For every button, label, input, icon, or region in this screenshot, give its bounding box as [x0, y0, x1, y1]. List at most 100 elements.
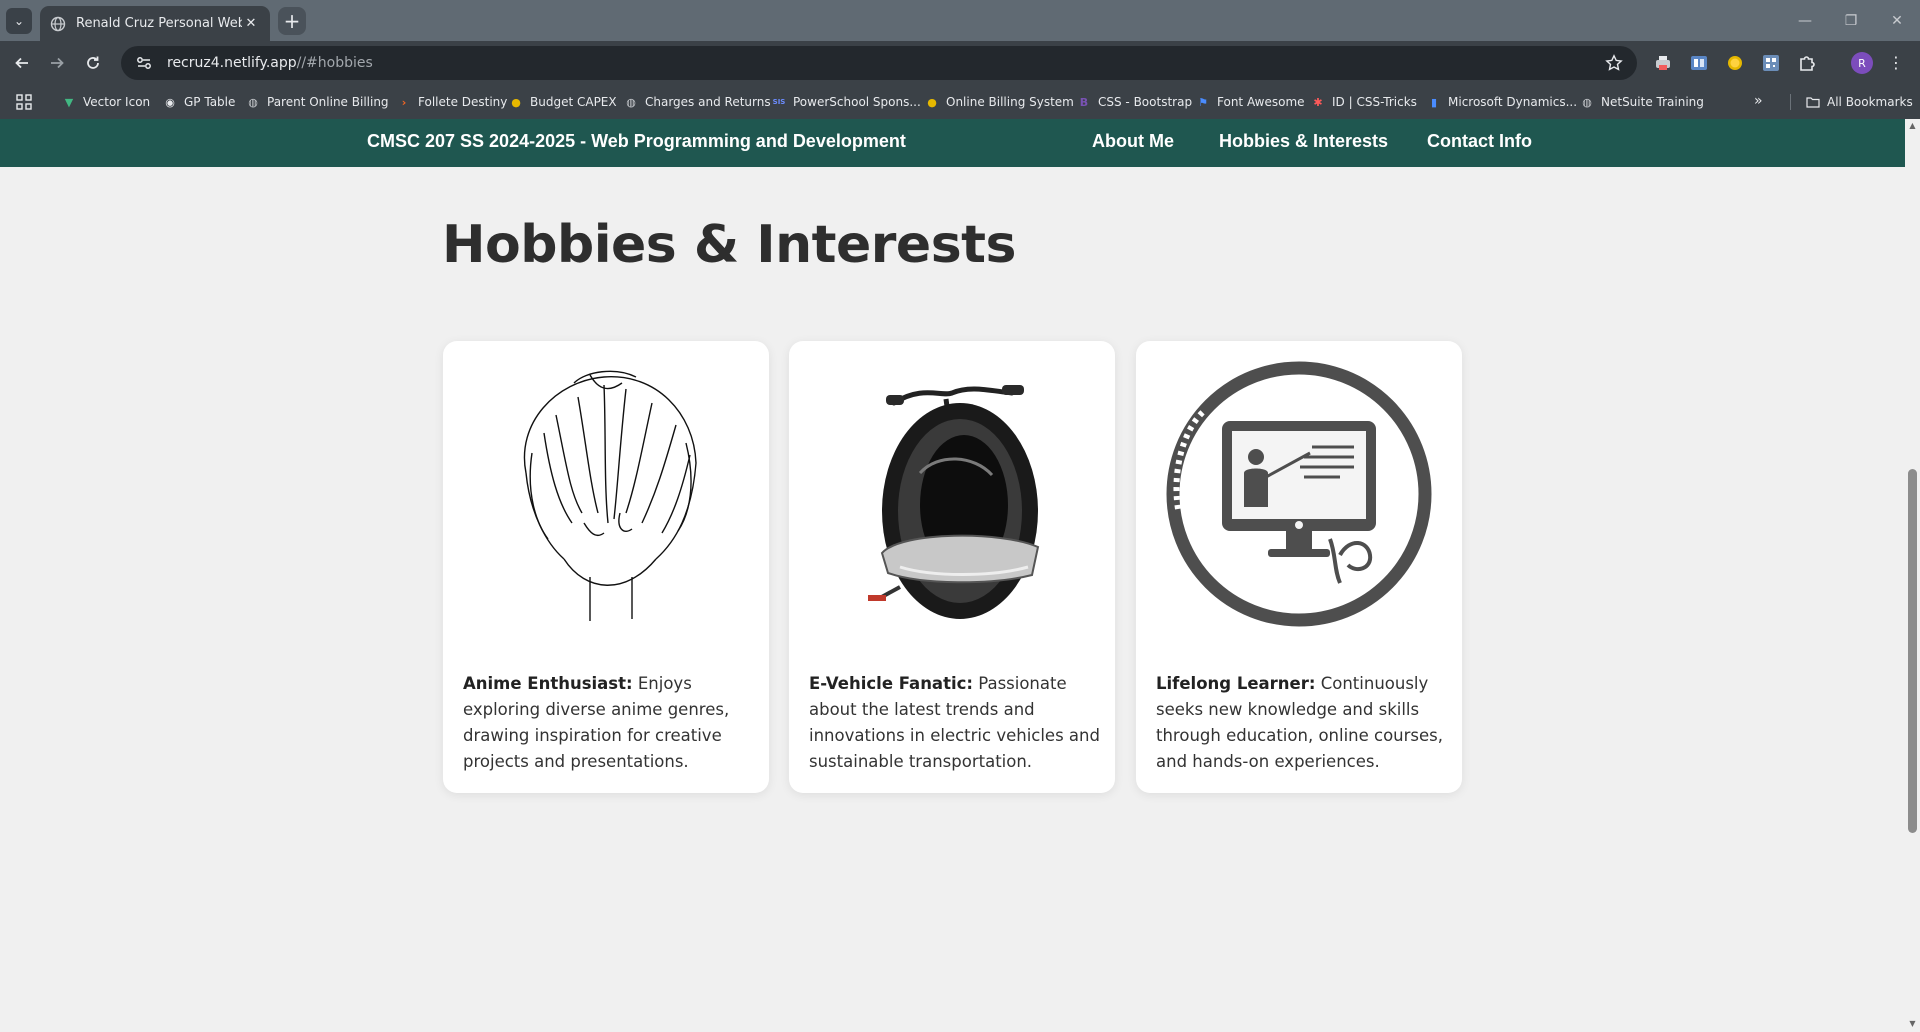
scrollbar-thumb[interactable] — [1908, 469, 1917, 833]
bookmark-item[interactable]: ⚑ Font Awesome — [1196, 93, 1305, 111]
bookmark-item[interactable]: ▼ Vector Icon — [62, 93, 150, 111]
minimize-button[interactable]: — — [1782, 0, 1828, 41]
site-info-icon[interactable] — [135, 54, 153, 72]
new-tab-button[interactable]: + — [278, 7, 306, 35]
bookmark-label: ID | CSS-Tricks — [1332, 95, 1417, 109]
hobby-learner-heading: Lifelong Learner: — [1156, 674, 1316, 693]
bookmark-item[interactable]: ◍ Charges and Returns — [624, 93, 771, 111]
page-scrollbar[interactable]: ▲ ▼ — [1905, 119, 1920, 1032]
bookmark-item[interactable]: ● Online Billing System — [925, 93, 1074, 111]
bookmark-label: GP Table — [184, 95, 236, 109]
browser-menu-icon[interactable]: ⋮ — [1888, 51, 1904, 75]
reader-extension-icon[interactable] — [1689, 53, 1709, 73]
apps-grid-icon[interactable] — [16, 94, 32, 110]
browser-toolbar: recruz4.netlify.app//#hobbies R ⋮ — [0, 41, 1920, 85]
follett-icon: › — [401, 95, 407, 109]
scroll-up-arrow-icon[interactable]: ▲ — [1908, 121, 1917, 130]
url-text: recruz4.netlify.app//#hobbies — [167, 55, 373, 71]
reload-icon — [87, 56, 99, 69]
site-navbar: CMSC 207 SS 2024-2025 - Web Programming … — [0, 119, 1905, 167]
anime-hair-sketch — [443, 359, 769, 629]
coin-icon: ● — [927, 95, 937, 109]
bookmark-label: Online Billing System — [946, 95, 1074, 109]
gp-table-icon: ◉ — [165, 95, 175, 109]
all-bookmarks-button[interactable]: All Bookmarks — [1806, 93, 1913, 111]
hobby-evehicle-description: E-Vehicle Fanatic: Passionate about the … — [809, 671, 1103, 775]
folder-icon — [1806, 97, 1820, 108]
electric-unicycle — [789, 359, 1115, 629]
tab-strip: ⌄ Renald Cruz Personal Web Profile ✕ + —… — [0, 0, 1920, 41]
asterisk-icon: ✱ — [1313, 95, 1323, 109]
bookmarks-divider — [1790, 94, 1791, 110]
bookmark-item[interactable]: › Follete Destiny — [397, 93, 508, 111]
bookmark-star-icon[interactable] — [1605, 54, 1623, 72]
flag-icon: ⚑ — [1198, 95, 1208, 109]
bookmark-item[interactable]: ◍ Parent Online Billing — [246, 93, 389, 111]
extensions-puzzle-icon[interactable] — [1797, 53, 1817, 73]
profile-avatar[interactable]: R — [1851, 52, 1873, 74]
hobby-anime-description: Anime Enthusiast: Enjoys exploring diver… — [463, 671, 757, 775]
hobby-card-learner: Lifelong Learner: Continuously seeks new… — [1136, 341, 1462, 793]
forward-button[interactable] — [44, 50, 70, 76]
reload-button[interactable] — [80, 50, 106, 76]
globe-icon — [50, 16, 66, 31]
bookmark-item[interactable]: ◍ NetSuite Training — [1580, 93, 1704, 111]
bookmark-label: Follete Destiny — [418, 95, 508, 109]
section-title: Hobbies & Interests — [442, 215, 1016, 275]
hobby-anime-heading: Anime Enthusiast: — [463, 674, 633, 693]
bookmark-label: NetSuite Training — [1601, 95, 1704, 109]
tab-title: Renald Cruz Personal Web Profile — [76, 16, 242, 31]
hobby-evehicle-heading: E-Vehicle Fanatic: — [809, 674, 973, 693]
arrow-right-icon — [51, 57, 64, 69]
more-bookmarks-button[interactable]: » — [1754, 93, 1763, 109]
url-host: recruz4.netlify.app — [167, 55, 297, 71]
scroll-down-arrow-icon[interactable]: ▼ — [1908, 1019, 1917, 1028]
bookmark-item[interactable]: ▮ Microsoft Dynamics... — [1427, 93, 1577, 111]
globe-icon: ◍ — [1582, 95, 1592, 109]
nav-contact-info[interactable]: Contact Info — [1427, 131, 1532, 152]
site-brand[interactable]: CMSC 207 SS 2024-2025 - Web Programming … — [367, 131, 906, 152]
bookmark-label: Budget CAPEX — [530, 95, 617, 109]
tab-search-button[interactable]: ⌄ — [6, 8, 32, 34]
bookmark-label: Parent Online Billing — [267, 95, 389, 109]
hobby-learner-description: Lifelong Learner: Continuously seeks new… — [1156, 671, 1450, 775]
bookmark-item[interactable]: B CSS - Bootstrap — [1077, 93, 1192, 111]
nav-hobbies[interactable]: Hobbies & Interests — [1219, 131, 1388, 152]
anime-sketch-image — [523, 370, 697, 621]
back-button[interactable] — [9, 50, 35, 76]
bookmark-label: Font Awesome — [1217, 95, 1305, 109]
bookmark-label: Vector Icon — [83, 95, 151, 109]
all-bookmarks-label: All Bookmarks — [1827, 95, 1913, 109]
url-path: //#hobbies — [296, 55, 373, 71]
coin-extension-icon[interactable] — [1725, 53, 1745, 73]
hobby-card-evehicle: E-Vehicle Fanatic: Passionate about the … — [789, 341, 1115, 793]
globe-icon: ◍ — [626, 95, 636, 109]
monitor-teacher-icon — [1166, 361, 1432, 627]
maximize-button[interactable]: ❐ — [1828, 0, 1874, 41]
online-learning-icon — [1136, 359, 1462, 629]
globe-icon: ◍ — [248, 95, 258, 109]
coin-icon: ● — [511, 95, 521, 109]
arrow-left-icon — [15, 57, 28, 69]
bookmarks-bar: ▼ Vector Icon ◉ GP Table ◍ Parent Online Bill… — [0, 85, 1920, 119]
bookmark-label: CSS - Bootstrap — [1098, 95, 1193, 109]
bootstrap-icon: B — [1079, 95, 1089, 109]
bookmark-item[interactable]: ◉ GP Table — [163, 93, 235, 111]
bookmark-item[interactable]: ● Budget CAPEX — [509, 93, 617, 111]
bookmark-label: Microsoft Dynamics... — [1448, 95, 1578, 109]
tab-close-icon[interactable]: ✕ — [242, 16, 260, 31]
bookmark-item[interactable]: ✱ ID | CSS-Tricks — [1311, 93, 1417, 111]
bookmark-item[interactable]: SIS PowerSchool Spons... — [772, 93, 921, 111]
hobby-card-anime: Anime Enthusiast: Enjoys exploring diver… — [443, 341, 769, 793]
bookmark-label: Charges and Returns — [645, 95, 771, 109]
address-bar[interactable]: recruz4.netlify.app//#hobbies — [121, 46, 1637, 80]
printer-extension-icon[interactable] — [1653, 53, 1673, 73]
bookmark-label: PowerSchool Spons... — [793, 95, 921, 109]
vector-icon: ▼ — [64, 95, 74, 109]
nav-about-me[interactable]: About Me — [1092, 131, 1174, 152]
qr-extension-icon[interactable] — [1761, 53, 1781, 73]
sis-icon: SIS — [772, 98, 786, 106]
active-tab[interactable]: Renald Cruz Personal Web Profile ✕ — [40, 6, 270, 41]
close-window-button[interactable]: ✕ — [1874, 0, 1920, 41]
electric-unicycle-image — [868, 385, 1040, 619]
